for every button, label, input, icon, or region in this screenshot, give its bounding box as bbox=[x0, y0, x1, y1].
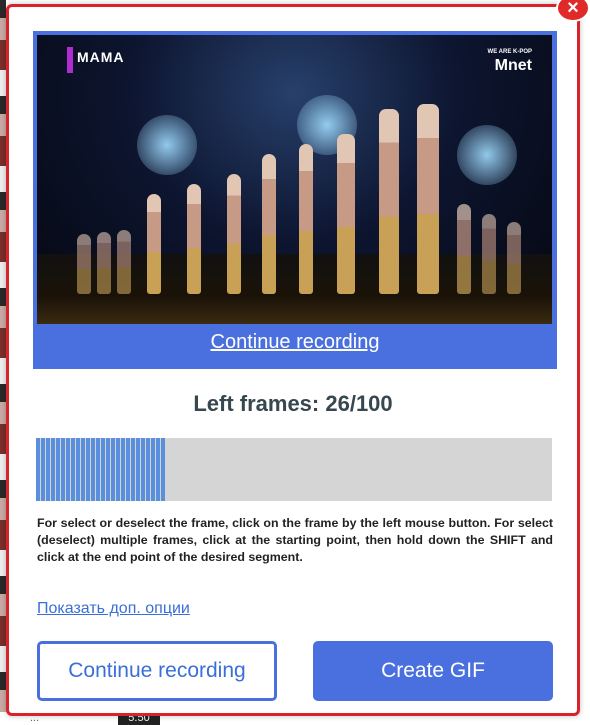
dancer-figure bbox=[262, 154, 276, 294]
frame-tick[interactable] bbox=[151, 438, 155, 501]
frame-tick[interactable] bbox=[96, 438, 100, 501]
frame-tick[interactable] bbox=[106, 438, 110, 501]
frame-tick[interactable] bbox=[51, 438, 55, 501]
frame-tick[interactable] bbox=[46, 438, 50, 501]
frame-tick[interactable] bbox=[91, 438, 95, 501]
stage-light bbox=[137, 115, 197, 175]
dancer-figure bbox=[117, 230, 131, 294]
frame-tick[interactable] bbox=[76, 438, 80, 501]
frame-tick[interactable] bbox=[56, 438, 60, 501]
dancer-figure bbox=[97, 232, 111, 294]
video-preview: MAMA WE ARE K-POP Mnet bbox=[37, 35, 552, 324]
frame-tick[interactable] bbox=[71, 438, 75, 501]
create-gif-button[interactable]: Create GIF bbox=[313, 641, 553, 701]
dancer-figure bbox=[417, 104, 439, 294]
frame-tick[interactable] bbox=[41, 438, 45, 501]
frame-tick[interactable] bbox=[141, 438, 145, 501]
frame-tick[interactable] bbox=[121, 438, 125, 501]
frame-tick[interactable] bbox=[136, 438, 140, 501]
dancer-figure bbox=[227, 174, 241, 294]
frames-counter: Left frames: 26/100 bbox=[193, 391, 393, 416]
frame-tick[interactable] bbox=[36, 438, 40, 501]
frame-tick[interactable] bbox=[161, 438, 165, 501]
frame-tick[interactable] bbox=[126, 438, 130, 501]
stage-floor bbox=[37, 254, 552, 324]
stage-light bbox=[457, 125, 517, 185]
close-icon[interactable]: × bbox=[556, 0, 590, 22]
mnet-logo-text: Mnet bbox=[494, 57, 532, 74]
frame-tick[interactable] bbox=[146, 438, 150, 501]
mama-logo: MAMA bbox=[67, 47, 133, 73]
dancer-figure bbox=[187, 184, 201, 294]
frame-tick[interactable] bbox=[86, 438, 90, 501]
dancer-figure bbox=[77, 234, 91, 294]
frame-tick[interactable] bbox=[116, 438, 120, 501]
frame-tick[interactable] bbox=[81, 438, 85, 501]
dancer-figure bbox=[482, 214, 496, 294]
dancer-figure bbox=[379, 109, 399, 294]
preview-panel: MAMA WE ARE K-POP Mnet Continue recordin… bbox=[33, 31, 557, 369]
continue-recording-button[interactable]: Continue recording bbox=[37, 641, 277, 701]
frame-tick[interactable] bbox=[101, 438, 105, 501]
frame-tick[interactable] bbox=[156, 438, 160, 501]
gif-recorder-dialog: MAMA WE ARE K-POP Mnet Continue recordin… bbox=[6, 4, 580, 716]
frame-tick[interactable] bbox=[61, 438, 65, 501]
frame-tick[interactable] bbox=[111, 438, 115, 501]
frames-timeline[interactable] bbox=[36, 438, 552, 501]
frame-tick[interactable] bbox=[131, 438, 135, 501]
dancer-figure bbox=[147, 194, 161, 294]
help-text: For select or deselect the frame, click … bbox=[37, 516, 553, 564]
dancer-figure bbox=[457, 204, 471, 294]
dancer-figure bbox=[507, 222, 521, 294]
show-more-options-link[interactable]: Показать доп. опции bbox=[37, 600, 190, 618]
dancer-figure bbox=[337, 134, 355, 294]
mnet-logo: WE ARE K-POP Mnet bbox=[488, 45, 532, 74]
continue-recording-link[interactable]: Continue recording bbox=[33, 331, 557, 354]
frame-tick[interactable] bbox=[66, 438, 70, 501]
dancer-figure bbox=[299, 144, 313, 294]
